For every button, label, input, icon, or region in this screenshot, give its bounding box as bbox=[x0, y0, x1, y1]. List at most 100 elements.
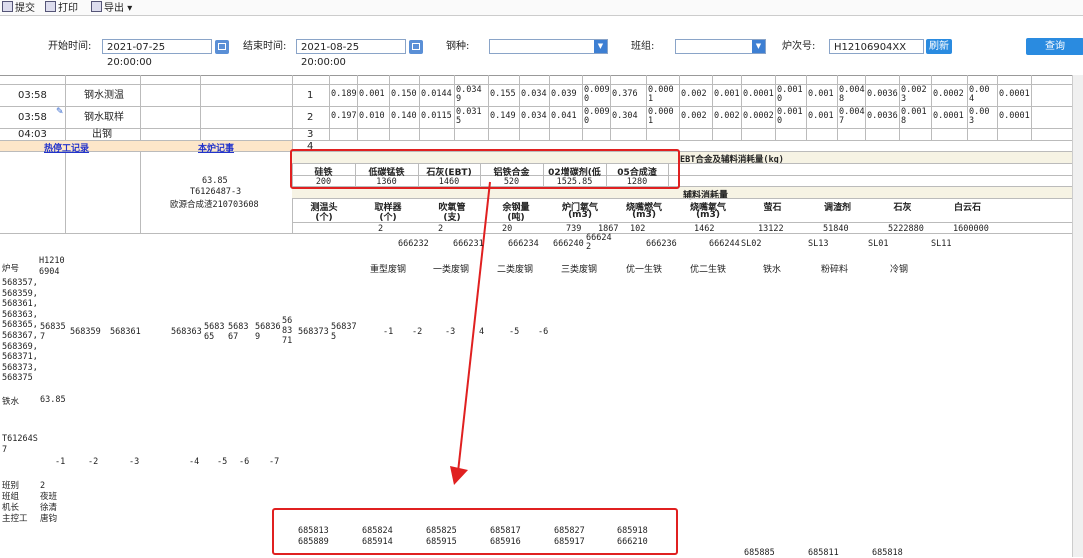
chem-value-cell: 0.002 bbox=[681, 111, 707, 121]
furnace-num-cell: 56835 7 bbox=[40, 322, 66, 342]
start-time-field[interactable]: 2021-07-25 20:00:00 bbox=[102, 39, 212, 68]
chem-value-cell: 0.000 1 bbox=[648, 85, 674, 104]
offset-value: -4 bbox=[189, 457, 200, 467]
aux-value-cell: 739 bbox=[566, 224, 582, 234]
chem-value-cell: 0.010 bbox=[359, 111, 385, 121]
scrap-type-label: 一类废钢 bbox=[433, 265, 470, 275]
print-button[interactable]: 打印 bbox=[45, 1, 78, 14]
furnace-no-label: 炉次号: bbox=[782, 41, 816, 52]
offset-value: -2 bbox=[88, 457, 99, 467]
aux-value-cell: 5222880 bbox=[888, 224, 924, 234]
refresh-button[interactable]: 刷新 bbox=[926, 39, 952, 54]
code-cell: SL01 bbox=[868, 239, 889, 249]
chem-value-cell: 0.00 4 bbox=[969, 85, 990, 104]
memo-line: 欧源合成渣210703608 bbox=[170, 200, 259, 210]
calendar-icon[interactable] bbox=[215, 40, 229, 54]
code-cell: SL02 bbox=[741, 239, 762, 249]
chem-value-cell: 0.140 bbox=[391, 111, 417, 121]
chem-value-cell: 0.034 bbox=[521, 111, 547, 121]
aux-header-cell: 白云石 bbox=[953, 203, 981, 213]
chem-value-cell: 0.0001 bbox=[933, 111, 964, 121]
offset-value: -1 bbox=[55, 457, 66, 467]
scrap-type-label: 二类废钢 bbox=[497, 265, 534, 275]
chem-value-cell: 0.197 bbox=[331, 111, 357, 121]
code-cell: 685827 bbox=[554, 526, 585, 536]
offset-value: -6 bbox=[538, 327, 549, 337]
hot-stop-record-link[interactable]: 热停工记录 bbox=[44, 141, 89, 154]
furnace-num-cell: 568373 bbox=[298, 327, 329, 337]
chevron-down-icon[interactable]: ▼ bbox=[752, 40, 765, 53]
chem-value-cell: 0.041 bbox=[551, 111, 577, 121]
chem-value-cell: 0.00 3 bbox=[969, 107, 990, 126]
code-cell: 685825 bbox=[426, 526, 457, 536]
furnace-list: 568357, 568359, 568361, 568363, 568365, … bbox=[2, 278, 38, 384]
aux-header-unit: (个) bbox=[379, 213, 397, 223]
chem-value-cell: 0.0115 bbox=[421, 111, 452, 121]
chem-value-cell: 0.002 3 bbox=[901, 85, 927, 104]
calendar-icon[interactable] bbox=[409, 40, 423, 54]
aux-header-cell: 萤石 bbox=[763, 203, 782, 213]
chem-value-cell: 0.009 0 bbox=[584, 107, 610, 126]
row-seq: 3 bbox=[307, 129, 314, 140]
furnace-memo-link[interactable]: 本炉记事 bbox=[198, 141, 234, 154]
chem-value-cell: 0.004 7 bbox=[839, 107, 865, 126]
chem-value-cell: 0.0001 bbox=[743, 89, 774, 99]
steel-grade-select[interactable] bbox=[489, 39, 608, 54]
vertical-scrollbar[interactable] bbox=[1072, 75, 1083, 557]
aux-value-cell: 2 bbox=[378, 224, 384, 234]
offset-value: -7 bbox=[269, 457, 280, 467]
memo-line: 63.85 bbox=[202, 176, 228, 186]
code-cell: 685917 bbox=[554, 537, 585, 547]
code-cell: 666210 bbox=[617, 537, 648, 547]
iron-value: 63.85 bbox=[40, 395, 66, 405]
furnace-label: 炉号 bbox=[2, 264, 20, 274]
code-cell: 685813 bbox=[298, 526, 329, 536]
aux-value-cell: 20 bbox=[502, 224, 513, 234]
scrap-type-label: 重型废钢 bbox=[370, 265, 407, 275]
chem-value-cell: 0.189 bbox=[331, 89, 357, 99]
code-cell: 666236 bbox=[646, 239, 677, 249]
query-button[interactable]: 查询 bbox=[1026, 38, 1083, 55]
shift-labels: 班别 班组 机长 主控工 bbox=[2, 481, 28, 524]
chem-value-cell: 0.376 bbox=[612, 89, 638, 99]
chevron-down-icon[interactable]: ▼ bbox=[594, 40, 607, 53]
offset-value: -1 bbox=[383, 327, 394, 337]
chem-value-cell: 0.0036 bbox=[867, 111, 898, 121]
chem-value-cell: 0.039 bbox=[551, 89, 577, 99]
chem-value-cell: 0.149 bbox=[490, 111, 516, 121]
chem-value-cell: 0.002 bbox=[681, 89, 707, 99]
t-code: T61264S 7 bbox=[2, 434, 38, 455]
end-time-field[interactable]: 2021-08-25 20:00:00 bbox=[296, 39, 406, 68]
edit-pencil-icon[interactable]: ✎ bbox=[56, 107, 64, 117]
code-cell: 66624 2 bbox=[586, 233, 612, 252]
code-cell: 685916 bbox=[490, 537, 521, 547]
chem-value-cell: 0.155 bbox=[490, 89, 516, 99]
export-button[interactable]: 导出 ▾ bbox=[91, 1, 132, 14]
chem-value-cell: 0.000 1 bbox=[648, 107, 674, 126]
chem-value-cell: 0.001 0 bbox=[777, 85, 803, 104]
chem-value-cell: 0.0144 bbox=[421, 89, 452, 99]
code-cell: 666244 bbox=[709, 239, 740, 249]
scrap-type-label: 铁水 bbox=[763, 265, 782, 275]
furnace-num-cell: 568359 bbox=[70, 327, 101, 337]
chem-value-cell: 0.009 0 bbox=[584, 85, 610, 104]
submit-icon bbox=[2, 1, 13, 12]
row-seq: 2 bbox=[307, 112, 314, 123]
furnace-num-cell: 5683 67 bbox=[228, 322, 249, 342]
code-cell: 685915 bbox=[426, 537, 457, 547]
code-cell: 685918 bbox=[617, 526, 648, 536]
row-time: 03:58 bbox=[18, 90, 47, 101]
chem-value-cell: 0.001 bbox=[808, 111, 834, 121]
chem-value-cell: 0.150 bbox=[391, 89, 417, 99]
furnace-code: H1210 6904 bbox=[39, 256, 65, 277]
furnace-no-field[interactable]: H12106904XX bbox=[829, 39, 924, 54]
code-cell: 685889 bbox=[298, 537, 329, 547]
printer-icon bbox=[45, 1, 56, 12]
scrap-type-label: 三类废钢 bbox=[561, 265, 598, 275]
row-operation: 出钢 bbox=[92, 129, 112, 140]
submit-button[interactable]: 提交 bbox=[2, 1, 35, 14]
chem-value-cell: 0.304 bbox=[612, 111, 638, 121]
toolbar: 提交 打印 导出 ▾ bbox=[0, 0, 1083, 16]
scrap-type-label: 冷钢 bbox=[890, 265, 909, 275]
aux-value-cell: 13122 bbox=[758, 224, 784, 234]
